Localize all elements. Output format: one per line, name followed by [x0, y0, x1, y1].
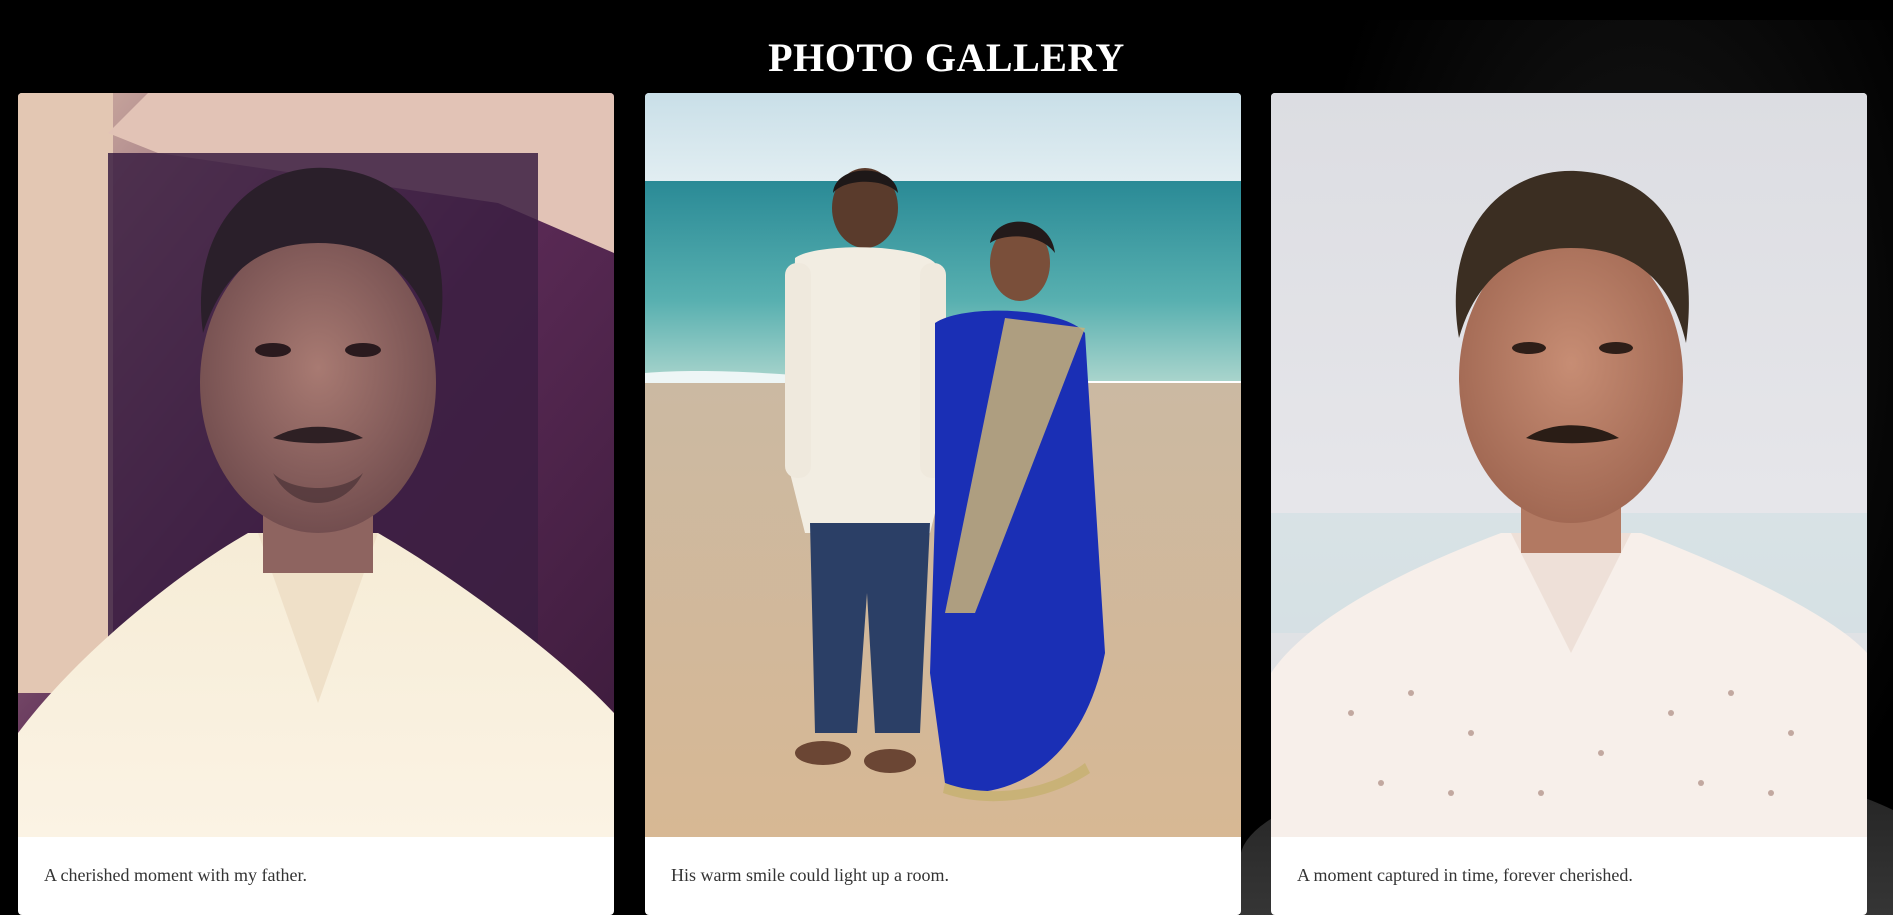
photo-caption: A cherished moment with my father.	[44, 865, 307, 885]
gallery-photo-3[interactable]	[1271, 93, 1867, 837]
photo-caption: A moment captured in time, forever cheri…	[1297, 865, 1633, 885]
portrait-photo-icon	[18, 93, 614, 837]
photo-gallery: A cherished moment with my father. His w…	[18, 93, 1868, 915]
portrait-photo-icon	[1271, 93, 1867, 837]
gallery-card[interactable]: His warm smile could light up a room.	[645, 93, 1241, 915]
gallery-page: PHOTO GALLERY A cherished moment with my…	[0, 0, 1893, 915]
beach-couple-photo-icon	[645, 93, 1241, 837]
gallery-photo-2[interactable]	[645, 93, 1241, 837]
page-title: PHOTO GALLERY	[768, 35, 1125, 80]
gallery-photo-1[interactable]	[18, 93, 614, 837]
gallery-card[interactable]: A moment captured in time, forever cheri…	[1271, 93, 1867, 915]
gallery-card[interactable]: A cherished moment with my father.	[18, 93, 614, 915]
photo-caption: His warm smile could light up a room.	[671, 865, 949, 885]
